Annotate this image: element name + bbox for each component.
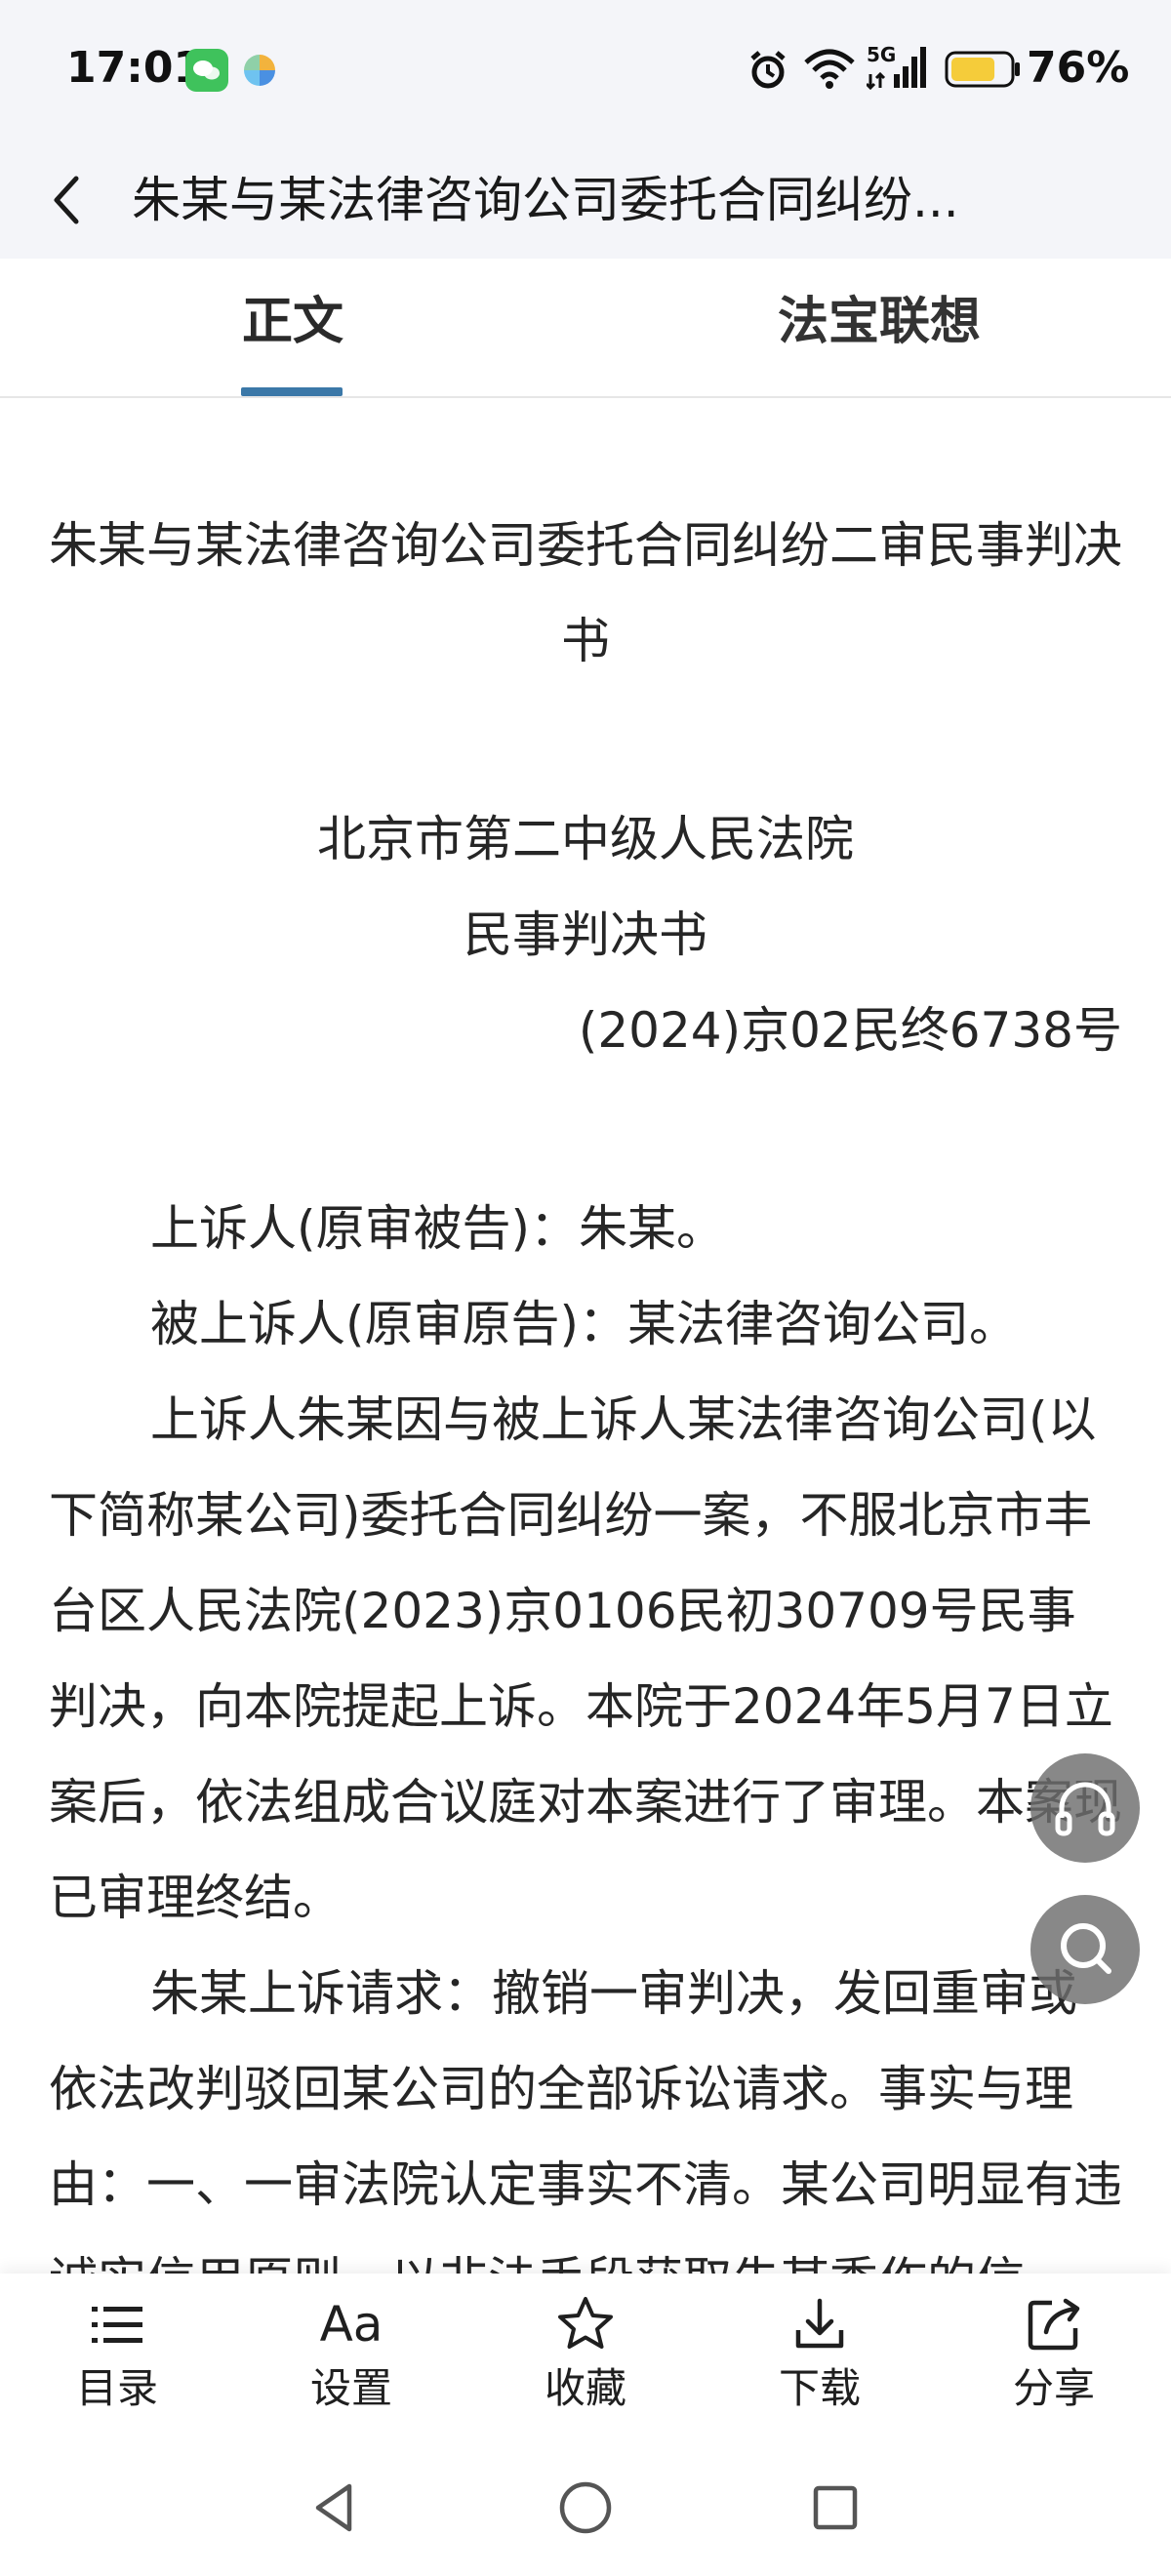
- toc-label: 目录: [75, 2364, 158, 2412]
- list-icon: [92, 2307, 142, 2343]
- document-body[interactable]: 朱某与某法律咨询公司委托合同纠纷二审民事判决书 北京市第二中级人民法院 民事判决…: [0, 400, 1171, 2283]
- title-bar: 朱某与某法律咨询公司委托合同纠纷...: [0, 141, 1171, 259]
- page-title: 朱某与某法律咨询公司委托合同纠纷...: [132, 172, 959, 228]
- battery-icon: [945, 49, 1023, 90]
- court-name: 北京市第二中级人民法院: [317, 811, 854, 867]
- nav-home-button[interactable]: [554, 2476, 617, 2539]
- signal-icon: [865, 45, 929, 91]
- download-icon: [795, 2298, 844, 2349]
- share-label: 分享: [1012, 2364, 1095, 2412]
- pinwheel-icon: [240, 51, 279, 90]
- favorite-button[interactable]: 收藏: [507, 2293, 664, 2430]
- wifi-icon: [802, 47, 857, 90]
- star-icon: [558, 2297, 613, 2349]
- case-number: (2024)京02民终6738号: [578, 1002, 1122, 1059]
- tab-main-text[interactable]: 正文: [242, 288, 343, 356]
- nav-recents-button[interactable]: [804, 2476, 867, 2539]
- paragraph-appellant: 上诉人(原审被告)：朱某。: [150, 1200, 726, 1257]
- favorite-label: 收藏: [544, 2364, 626, 2412]
- share-button[interactable]: 分享: [976, 2293, 1132, 2430]
- paragraph-appeal-request: 朱某上诉请求：撤销一审判决，发回重审或依法改判驳回某公司的全部诉讼请求。事实与理…: [49, 1965, 1122, 2283]
- nav-back-button[interactable]: [304, 2476, 367, 2539]
- tab-related[interactable]: 法宝联想: [778, 288, 981, 356]
- wechat-icon: [185, 49, 228, 92]
- battery-percent: 76%: [1027, 43, 1130, 93]
- font-size-icon: Aa: [319, 2296, 384, 2353]
- alarm-icon: [747, 49, 789, 92]
- paragraph-appellee: 被上诉人(原审原告)：某法律咨询公司。: [150, 1296, 1019, 1352]
- listen-button[interactable]: [1030, 1753, 1140, 1863]
- tab-bar: 正文 法宝联想: [0, 259, 1171, 398]
- paragraph-case-background: 上诉人朱某因与被上诉人某法律咨询公司(以下简称某公司)委托合同纠纷一案，不服北京…: [49, 1391, 1122, 1926]
- settings-button[interactable]: Aa 设置: [273, 2293, 429, 2430]
- search-icon: [1061, 1923, 1111, 1974]
- document-title: 朱某与某法律咨询公司委托合同纠纷二审民事判决书: [49, 517, 1122, 669]
- system-nav-bar: [0, 2439, 1171, 2576]
- status-bar: 17:01 5G 76%: [0, 0, 1171, 141]
- headphones-icon: [1055, 1782, 1115, 1836]
- back-button[interactable]: [39, 161, 98, 239]
- bottom-toolbar: 目录 Aa 设置 收藏 下载 分享: [0, 2274, 1171, 2439]
- toc-button[interactable]: 目录: [39, 2293, 195, 2430]
- download-label: 下载: [778, 2364, 861, 2412]
- status-time: 17:01: [66, 43, 204, 93]
- triangle-back-icon: [315, 2483, 352, 2532]
- share-icon: [1028, 2298, 1080, 2351]
- active-tab-indicator: [241, 387, 343, 396]
- square-recents-icon: [813, 2485, 858, 2530]
- document-kind: 民事判决书: [464, 906, 707, 963]
- search-button[interactable]: [1030, 1895, 1140, 2004]
- settings-label: 设置: [309, 2364, 392, 2412]
- download-button[interactable]: 下载: [742, 2293, 898, 2430]
- circle-home-icon: [559, 2481, 612, 2534]
